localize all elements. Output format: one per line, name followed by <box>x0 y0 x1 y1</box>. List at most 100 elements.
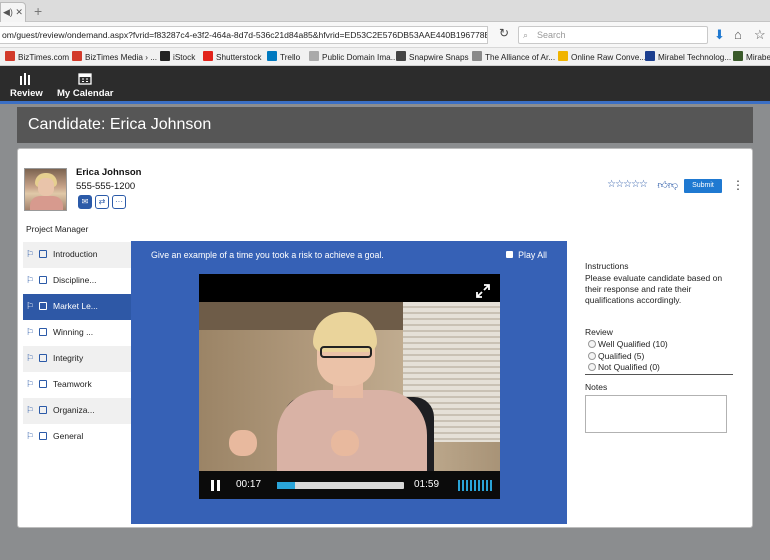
question-checkbox[interactable] <box>39 250 47 258</box>
bookmark-item[interactable]: iStock <box>160 51 195 62</box>
notes-field[interactable] <box>585 395 727 433</box>
question-label: Market Le... <box>53 301 98 311</box>
instructions-text: Please evaluate candidate based on their… <box>585 273 723 305</box>
flag-icon[interactable]: ⚐ <box>26 405 34 416</box>
star-rating[interactable]: ☆☆☆☆☆ <box>607 179 648 190</box>
video-panel: Give an example of a time you took a ris… <box>131 241 567 524</box>
favicon-icon <box>160 51 170 61</box>
question-label: Organiza... <box>53 405 95 415</box>
bookmark-item[interactable]: Trello <box>267 51 300 62</box>
review-option-label: Not Qualified (0) <box>598 362 660 372</box>
submit-button[interactable]: Submit <box>684 179 722 193</box>
favicon-icon <box>5 51 15 61</box>
home-icon[interactable]: ⌂ <box>734 27 742 42</box>
review-option-label: Qualified (5) <box>598 350 645 361</box>
flag-icon[interactable]: ⚐ <box>26 327 34 338</box>
review-option[interactable]: Not Qualified (0) <box>588 362 735 374</box>
flag-icon[interactable]: ⚐ <box>26 353 34 364</box>
instructions-heading: Instructions <box>585 261 629 271</box>
question-item[interactable]: ⚐ Discipline... <box>23 268 131 294</box>
share-icon[interactable]: ⇄ <box>95 195 109 209</box>
question-checkbox[interactable] <box>39 380 47 388</box>
question-checkbox[interactable] <box>39 354 47 362</box>
bookmark-label: The Alliance of Ar... <box>485 53 556 62</box>
bookmark-item[interactable]: Mirabel <box>733 51 770 62</box>
play-all-toggle[interactable]: Play All <box>506 250 547 260</box>
bookmark-label: BizTimes Media › ... <box>85 53 158 62</box>
divider <box>585 374 733 375</box>
favicon-icon <box>645 51 655 61</box>
question-item[interactable]: ⚐ Market Le... <box>23 294 131 320</box>
question-item[interactable]: ⚐ Integrity <box>23 346 131 372</box>
flag-icon[interactable]: ⚐ <box>26 301 34 312</box>
play-all-label: Play All <box>518 250 547 260</box>
bookmark-label: Mirabel <box>746 53 770 62</box>
bookmark-item[interactable]: Public Domain Ima... <box>309 51 398 62</box>
bookmark-item[interactable]: BizTimes.com <box>5 51 69 62</box>
bookmark-item[interactable]: Mirabel Technolog... <box>645 51 731 62</box>
question-checkbox[interactable] <box>39 432 47 440</box>
bookmark-item[interactable]: Online Raw Conve... <box>558 51 646 62</box>
kebab-menu-icon[interactable]: ⋮ <box>732 179 744 191</box>
question-checkbox[interactable] <box>39 302 47 310</box>
radio-button[interactable] <box>588 340 596 348</box>
bookmark-item[interactable]: BizTimes Media › ... <box>72 51 157 62</box>
nav-review[interactable]: Review <box>10 72 43 99</box>
more-icon[interactable]: ··· <box>112 195 126 209</box>
bookmark-label: Mirabel Technolog... <box>658 53 732 62</box>
flag-icon[interactable]: ⚐ <box>26 249 34 260</box>
volume-icon[interactable] <box>458 480 492 491</box>
envelope-icon[interactable]: ✉ <box>78 195 92 209</box>
flag-icon[interactable]: ⚐ <box>26 379 34 390</box>
review-option[interactable]: Qualified (5) <box>588 351 735 363</box>
question-item[interactable]: ⚐ General <box>23 424 131 450</box>
play-all-checkbox[interactable] <box>506 251 514 258</box>
question-item[interactable]: ⚐ Teamwork <box>23 372 131 398</box>
thumbs-icons[interactable]: 👍︎👎︎ <box>657 179 678 191</box>
bookmark-item[interactable]: Snapwire Snaps <box>396 51 469 62</box>
review-heading: Review <box>585 327 613 337</box>
question-label: Winning ... <box>53 327 94 337</box>
question-item[interactable]: ⚐ Organiza... <box>23 398 131 424</box>
search-input[interactable]: ⌕ Search <box>518 26 708 44</box>
bookmark-label: iStock <box>173 53 196 62</box>
bookmark-star-icon[interactable]: ☆ <box>754 27 766 43</box>
question-checkbox[interactable] <box>39 406 47 414</box>
new-tab-button[interactable]: + <box>34 3 42 19</box>
question-item[interactable]: ⚐ Introduction <box>23 242 131 268</box>
current-time: 00:17 <box>236 479 262 490</box>
browser-tab-strip: ◀) ✕ + <box>0 0 770 22</box>
question-checkbox[interactable] <box>39 276 47 284</box>
question-item[interactable]: ⚐ Winning ... <box>23 320 131 346</box>
radio-button[interactable] <box>588 363 596 371</box>
review-option-label: Well Qualified (10) <box>598 339 668 349</box>
favicon-icon <box>472 51 482 61</box>
video-controls: 00:17 01:59 <box>199 471 500 499</box>
pause-icon[interactable] <box>211 480 221 491</box>
bookmark-item[interactable]: Shutterstock <box>203 51 262 62</box>
question-label: Integrity <box>53 353 84 363</box>
question-checkbox[interactable] <box>39 328 47 336</box>
address-bar[interactable]: om/guest/review/ondemand.aspx?fvrid=f832… <box>0 26 488 44</box>
bookmark-label: BizTimes.com <box>18 53 70 62</box>
duration: 01:59 <box>414 479 440 490</box>
reload-icon[interactable]: ↻ <box>494 26 514 44</box>
notes-heading: Notes <box>585 382 608 392</box>
flag-icon[interactable]: ⚐ <box>26 275 34 286</box>
video-player[interactable]: 00:17 01:59 <box>199 274 500 499</box>
job-title: Project Manager <box>26 224 89 234</box>
fullscreen-icon[interactable] <box>476 284 490 298</box>
calendar-icon <box>78 73 92 85</box>
browser-tab[interactable]: ◀) ✕ <box>0 2 26 22</box>
bar-chart-icon <box>20 73 31 85</box>
download-icon[interactable]: ⬇ <box>714 27 725 43</box>
nav-my-calendar[interactable]: My Calendar <box>57 72 114 99</box>
video-frame <box>199 302 500 471</box>
seek-bar[interactable] <box>277 482 404 489</box>
flag-icon[interactable]: ⚐ <box>26 431 34 442</box>
bookmark-item[interactable]: The Alliance of Ar... <box>472 51 555 62</box>
question-prompt: Give an example of a time you took a ris… <box>151 250 384 260</box>
review-option[interactable]: Well Qualified (10) <box>588 339 735 351</box>
radio-button[interactable] <box>588 351 596 360</box>
favicon-icon <box>203 51 213 61</box>
